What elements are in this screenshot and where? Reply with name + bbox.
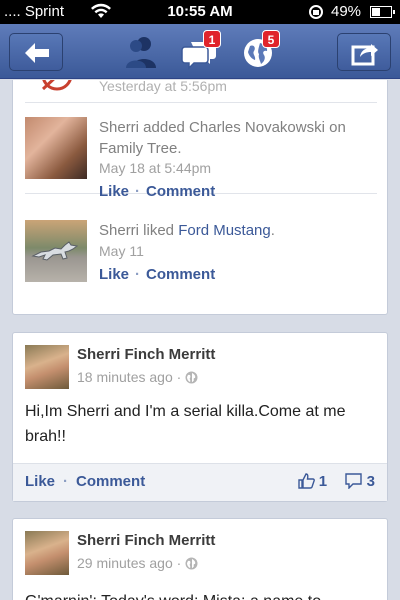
activity-time: Yesterday at 5:56pm: [99, 80, 227, 94]
activity-actions: Like · Comment: [99, 266, 215, 283]
activity-text-suffix: .: [270, 222, 275, 239]
like-link[interactable]: Like: [99, 266, 129, 283]
status-post: Sherri Finch Merritt 29 minutes ago · G'…: [12, 518, 388, 600]
comment-link[interactable]: Comment: [146, 266, 215, 283]
activity-item[interactable]: Sherri added Charles Novakowski on Famil…: [25, 103, 377, 200]
post-author[interactable]: Sherri Finch Merritt: [77, 532, 215, 549]
status-bar: .... Sprint 10:55 AM 49%: [0, 0, 400, 24]
activity-time: May 11: [99, 243, 144, 259]
post-footer: Like · Comment 1 3: [13, 463, 387, 501]
post-timestamp: 29 minutes ago ·: [77, 555, 198, 573]
post-actions: Like · Comment: [25, 473, 145, 490]
thumbs-up-icon: [297, 473, 315, 493]
page-link[interactable]: Ford Mustang: [178, 222, 271, 239]
activity-card: Yesterday at 5:56pm Sherri added Charles…: [12, 80, 388, 315]
battery-icon: [370, 6, 395, 18]
back-button[interactable]: [9, 33, 63, 71]
post-timestamp: 18 minutes ago ·: [77, 369, 198, 387]
separator-dot: ·: [63, 473, 69, 490]
separator-dot: ·: [135, 266, 141, 283]
post-time-text: 18 minutes ago ·: [77, 369, 182, 385]
globe-icon: [185, 371, 198, 387]
activity-item[interactable]: Sherri liked Ford Mustang. May 11 Like · C…: [25, 194, 377, 304]
post-body: G'marnin': Today's word: Mista: a name t…: [25, 589, 375, 600]
post-stats[interactable]: 1 3: [297, 473, 375, 493]
activity-text-prefix: Sherri liked: [99, 222, 179, 239]
messages-icon[interactable]: 1: [181, 30, 221, 70]
rotation-lock-icon: [308, 4, 324, 24]
comment-bubble-icon: [345, 473, 363, 493]
globe-icon: [185, 557, 198, 573]
comments-count: 3: [366, 473, 375, 490]
activity-photo[interactable]: [25, 117, 87, 179]
share-button[interactable]: [337, 33, 391, 71]
post-time-text: 29 minutes ago ·: [77, 555, 182, 571]
like-link[interactable]: Like: [25, 473, 55, 490]
messages-badge: 1: [203, 30, 221, 48]
activity-item: Yesterday at 5:56pm: [25, 80, 377, 103]
notifications-badge: 5: [262, 30, 280, 48]
mustang-logo-thumbnail[interactable]: [25, 220, 87, 282]
likes-count: 1: [318, 473, 328, 490]
activity-time: May 18 at 5:44pm: [99, 160, 212, 176]
activity-text: Sherri liked Ford Mustang.: [99, 220, 377, 241]
battery-percent: 49%: [331, 3, 362, 20]
comment-link[interactable]: Comment: [76, 473, 145, 490]
post-author[interactable]: Sherri Finch Merritt: [77, 346, 215, 363]
post-body: Hi,Im Sherri and I'm a serial killa.Come…: [25, 403, 346, 445]
friend-requests-icon[interactable]: [122, 34, 162, 70]
status-post: Sherri Finch Merritt 18 minutes ago · Hi…: [12, 332, 388, 502]
battery-fill: [372, 8, 381, 16]
avatar[interactable]: [25, 531, 69, 575]
avatar[interactable]: [25, 345, 69, 389]
top-navbar: 1 5: [0, 24, 400, 79]
activity-text: Sherri added Charles Novakowski on Famil…: [99, 119, 346, 157]
activity-type-icon: [37, 80, 77, 100]
notifications-globe-icon[interactable]: 5: [240, 30, 280, 70]
share-icon: [351, 44, 378, 66]
back-arrow-icon: [25, 43, 49, 63]
news-feed: Yesterday at 5:56pm Sherri added Charles…: [0, 80, 400, 600]
